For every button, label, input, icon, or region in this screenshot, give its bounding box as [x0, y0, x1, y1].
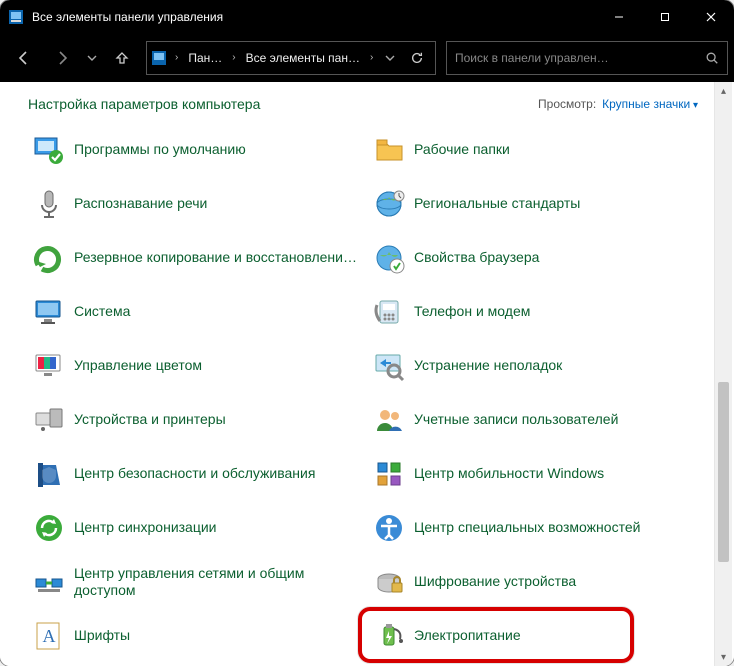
- item-label: Резервное копирование и восстановлени…: [74, 249, 357, 267]
- item-label: Центр специальных возможностей: [414, 519, 640, 537]
- item-label: Устройства и принтеры: [74, 411, 226, 429]
- view-mode-dropdown[interactable]: Крупные значки: [602, 97, 698, 111]
- speech-icon: [30, 185, 68, 223]
- search-box[interactable]: [446, 41, 728, 75]
- control-panel-item[interactable]: Рабочие папки: [368, 126, 704, 174]
- window-title: Все элементы панели управления: [32, 10, 223, 24]
- devices-icon: [30, 401, 68, 439]
- refresh-button[interactable]: [399, 51, 435, 65]
- control-panel-item[interactable]: Свойства браузера: [368, 234, 704, 282]
- chevron-icon[interactable]: ›: [171, 52, 182, 63]
- control-panel-item[interactable]: Центр безопасности и обслуживания: [28, 450, 364, 498]
- folders-icon: [370, 131, 408, 169]
- address-icon: [147, 42, 171, 74]
- item-label: Управление цветом: [74, 357, 202, 375]
- items-grid: Программы по умолчанию Рабочие папки Распо…: [28, 126, 730, 660]
- control-panel-item[interactable]: Центр специальных возможностей: [368, 504, 704, 552]
- control-panel-item[interactable]: Система: [28, 288, 364, 336]
- svg-text:A: A: [43, 626, 56, 646]
- item-label: Шифрование устройства: [414, 573, 576, 591]
- fonts-icon: A: [30, 617, 68, 655]
- search-icon[interactable]: [705, 51, 719, 65]
- control-panel-item[interactable]: Учетные записи пользователей: [368, 396, 704, 444]
- scroll-thumb[interactable]: [718, 382, 729, 562]
- control-panel-item[interactable]: Устранение неполадок: [368, 342, 704, 390]
- network-icon: [30, 563, 68, 601]
- phone-icon: [370, 293, 408, 331]
- maximize-button[interactable]: [642, 0, 688, 34]
- up-button[interactable]: [104, 40, 140, 76]
- control-panel-item[interactable]: Резервное копирование и восстановлени…: [28, 234, 364, 282]
- control-panel-window: Все элементы панели управления › Пан… ›: [0, 0, 734, 666]
- chevron-icon[interactable]: ›: [366, 52, 377, 63]
- view-label: Просмотр:: [538, 97, 596, 111]
- item-label: Распознавание речи: [74, 195, 207, 213]
- item-label: Учетные записи пользователей: [414, 411, 618, 429]
- sync-icon: [30, 509, 68, 547]
- internet-icon: [370, 239, 408, 277]
- ease-icon: [370, 509, 408, 547]
- system-icon: [30, 293, 68, 331]
- address-dropdown[interactable]: [381, 53, 399, 63]
- scroll-down-icon[interactable]: ▾: [715, 648, 732, 666]
- item-label: Устранение неполадок: [414, 357, 562, 375]
- scrollbar[interactable]: ▴ ▾: [714, 82, 732, 666]
- address-bar[interactable]: › Пан… › Все элементы пан… ›: [146, 41, 436, 75]
- item-label: Система: [74, 303, 130, 321]
- security-icon: [30, 455, 68, 493]
- forward-button[interactable]: [44, 40, 80, 76]
- item-label: Центр мобильности Windows: [414, 465, 604, 483]
- control-panel-item[interactable]: Электропитание: [368, 612, 704, 660]
- chevron-icon[interactable]: ›: [228, 52, 239, 63]
- control-panel-item[interactable]: A Шрифты: [28, 612, 364, 660]
- control-panel-item[interactable]: Центр мобильности Windows: [368, 450, 704, 498]
- window-controls: [596, 0, 734, 34]
- mobility-icon: [370, 455, 408, 493]
- control-panel-item[interactable]: Центр синхронизации: [28, 504, 364, 552]
- item-label: Программы по умолчанию: [74, 141, 246, 159]
- control-panel-item[interactable]: Программы по умолчанию: [28, 126, 364, 174]
- users-icon: [370, 401, 408, 439]
- page-title: Настройка параметров компьютера: [28, 96, 260, 112]
- item-label: Шрифты: [74, 627, 130, 645]
- control-panel-item[interactable]: Шифрование устройства: [368, 558, 704, 606]
- default-programs-icon: [30, 131, 68, 169]
- item-label: Электропитание: [414, 627, 521, 645]
- control-panel-item[interactable]: Региональные стандарты: [368, 180, 704, 228]
- item-label: Центр безопасности и обслуживания: [74, 465, 315, 483]
- breadcrumb-seg-1[interactable]: Пан…: [182, 42, 228, 74]
- control-panel-item[interactable]: Центр управления сетями и общим доступом: [28, 558, 364, 606]
- control-panel-item[interactable]: Телефон и модем: [368, 288, 704, 336]
- navbar: › Пан… › Все элементы пан… ›: [0, 34, 734, 82]
- bitlocker-icon: [370, 563, 408, 601]
- item-label: Региональные стандарты: [414, 195, 580, 213]
- item-label: Центр управления сетями и общим доступом: [74, 565, 362, 600]
- item-label: Центр синхронизации: [74, 519, 217, 537]
- scroll-up-icon[interactable]: ▴: [715, 82, 732, 100]
- recent-dropdown[interactable]: [82, 40, 102, 76]
- content-area: Настройка параметров компьютера Просмотр…: [0, 82, 734, 666]
- minimize-button[interactable]: [596, 0, 642, 34]
- control-panel-item[interactable]: Распознавание речи: [28, 180, 364, 228]
- titlebar: Все элементы панели управления: [0, 0, 734, 34]
- backup-icon: [30, 239, 68, 277]
- power-icon: [370, 617, 408, 655]
- control-panel-icon: [8, 9, 24, 25]
- breadcrumb-seg-2[interactable]: Все элементы пан…: [240, 42, 366, 74]
- item-label: Рабочие папки: [414, 141, 510, 159]
- close-button[interactable]: [688, 0, 734, 34]
- control-panel-item[interactable]: Управление цветом: [28, 342, 364, 390]
- troubleshoot-icon: [370, 347, 408, 385]
- back-button[interactable]: [6, 40, 42, 76]
- search-input[interactable]: [455, 51, 705, 65]
- item-label: Телефон и модем: [414, 303, 530, 321]
- item-label: Свойства браузера: [414, 249, 539, 267]
- content-header: Настройка параметров компьютера Просмотр…: [28, 96, 730, 112]
- control-panel-item[interactable]: Устройства и принтеры: [28, 396, 364, 444]
- color-icon: [30, 347, 68, 385]
- region-icon: [370, 185, 408, 223]
